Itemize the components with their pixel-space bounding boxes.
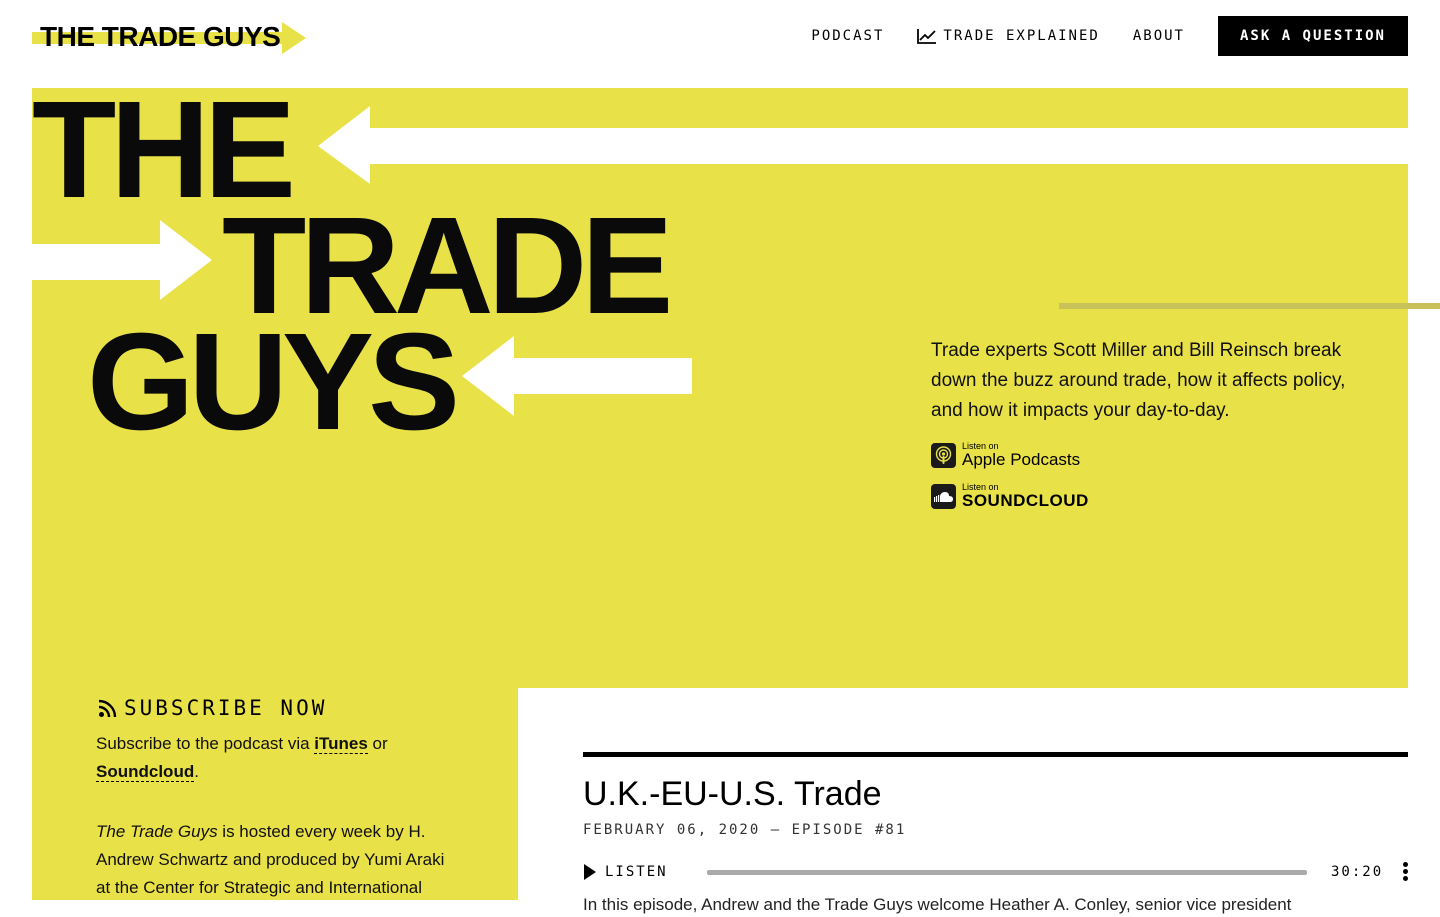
subscribe-text-or: or bbox=[367, 734, 388, 753]
subscribe-text-before: Subscribe to the podcast via bbox=[96, 734, 315, 753]
rss-icon bbox=[98, 699, 117, 718]
listen-button[interactable]: LISTEN bbox=[583, 864, 668, 880]
subscribe-title: SUBSCRIBE NOW bbox=[124, 696, 328, 720]
nav-podcast[interactable]: PODCAST bbox=[811, 28, 884, 44]
more-options-icon[interactable] bbox=[1399, 862, 1411, 884]
hero-accent-line bbox=[1059, 303, 1440, 309]
itunes-link[interactable]: iTunes bbox=[314, 734, 368, 754]
listen-label: LISTEN bbox=[605, 864, 668, 880]
hero-title-line-3: GUYS bbox=[87, 305, 460, 459]
nav-about[interactable]: ABOUT bbox=[1133, 28, 1185, 44]
show-name: The Trade Guys bbox=[96, 822, 218, 841]
episode-excerpt: In this episode, Andrew and the Trade Gu… bbox=[583, 895, 1292, 914]
play-icon bbox=[584, 864, 596, 880]
soundcloud-link[interactable]: Soundcloud bbox=[96, 762, 195, 782]
soundcloud-badge-big: SOUNDCLOUD bbox=[962, 491, 1089, 510]
apple-badge-big: Apple Podcasts bbox=[962, 450, 1081, 469]
site-logo[interactable]: THE TRADE GUYS bbox=[32, 16, 322, 56]
episode-duration: 30:20 bbox=[1331, 864, 1384, 880]
soundcloud-badge[interactable]: Listen on SOUNDCLOUD bbox=[931, 483, 1089, 510]
chart-line-icon bbox=[917, 29, 937, 44]
subscribe-heading: SUBSCRIBE NOW bbox=[98, 696, 327, 720]
nav-podcast-label: PODCAST bbox=[811, 28, 885, 44]
subscribe-text-end: . bbox=[194, 762, 199, 781]
audio-progress-bar[interactable] bbox=[707, 870, 1307, 875]
apple-podcasts-icon bbox=[931, 443, 956, 468]
logo-text: THE TRADE GUYS bbox=[40, 21, 281, 52]
hero-description: Trade experts Scott Miller and Bill Rein… bbox=[931, 340, 1346, 421]
episode-meta: FEBRUARY 06, 2020 — EPISODE #81 bbox=[583, 822, 907, 838]
nav-trade-explained-label: TRADE EXPLAINED bbox=[943, 28, 1100, 44]
ask-question-button[interactable]: ASK A QUESTION bbox=[1218, 16, 1408, 56]
nav-about-label: ABOUT bbox=[1132, 28, 1185, 44]
episode-divider bbox=[583, 752, 1408, 757]
episode-title[interactable]: U.K.-EU-U.S. Trade bbox=[583, 772, 882, 816]
subscribe-text: Subscribe to the podcast via iTunes or S… bbox=[96, 730, 456, 902]
soundcloud-icon bbox=[931, 484, 956, 509]
apple-podcasts-badge[interactable]: Listen on Apple Podcasts bbox=[931, 442, 1080, 469]
nav-trade-explained[interactable]: TRADE EXPLAINED bbox=[917, 28, 1099, 44]
main-nav: PODCAST TRADE EXPLAINED ABOUT ASK A QUES… bbox=[811, 16, 1408, 56]
